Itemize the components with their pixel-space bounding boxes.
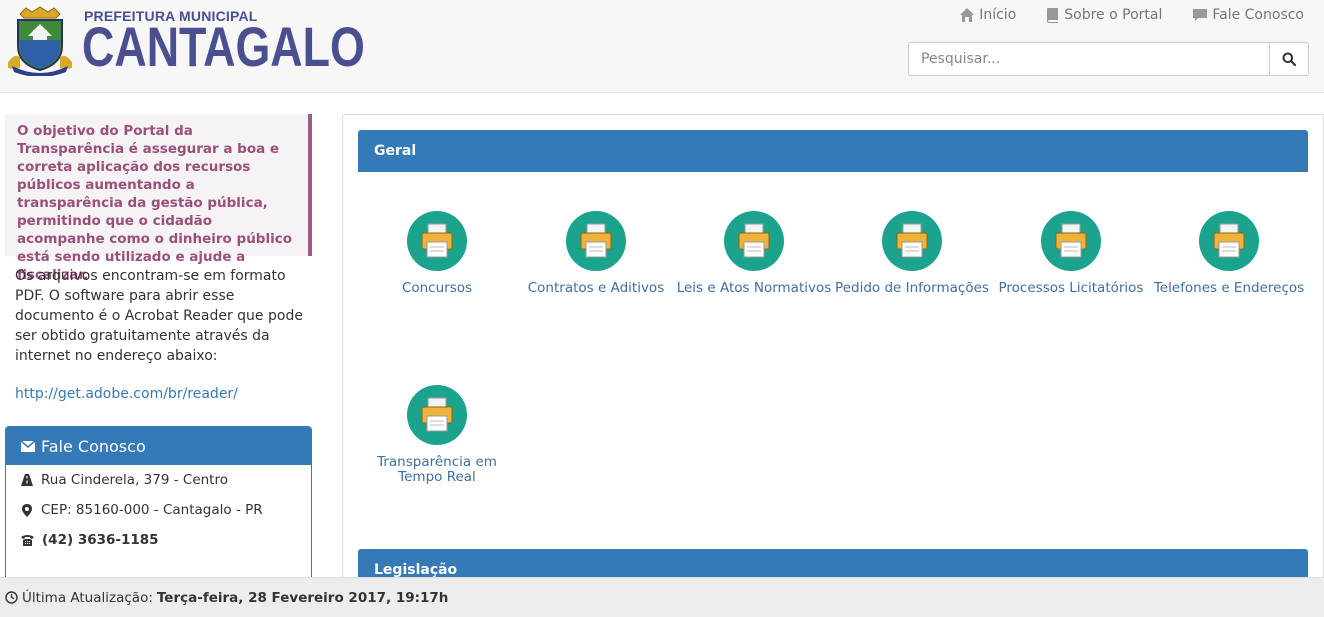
tile-label: Concursos [401,280,473,296]
tile-label: Pedido de Informações [835,280,989,296]
tile-label: Contratos e Aditivos [527,280,665,296]
search-input[interactable] [908,42,1269,76]
book-icon [1047,8,1059,23]
search-button[interactable] [1269,42,1309,76]
nav-fale-label: Fale Conosco [1212,7,1304,23]
printer-icon [1041,211,1101,271]
printer-icon [407,385,467,445]
clock-icon [5,591,18,604]
tile-label: Telefones e Endereços [1153,280,1305,296]
contact-cep-text: CEP: 85160-000 - Cantagalo - PR [41,502,263,518]
road-icon [21,474,33,486]
tile-concursos[interactable]: Concursos [357,211,517,296]
tile-transparencia-em-tempo-real[interactable]: Transparência em Tempo Real [357,385,517,485]
phone-icon [21,535,34,546]
footer-date: Terça-feira, 28 Fevereiro 2017, 19:17h [156,589,449,606]
tile-telefones-e-enderecos[interactable]: Telefones e Endereços [1149,211,1309,296]
portal-intro-text: O objetivo do Portal da Transparência é … [5,114,312,283]
printer-icon [882,211,942,271]
contact-panel-header: Fale Conosco [6,427,311,465]
tile-label: Processos Licitatórios [998,280,1144,296]
brand-title[interactable]: CANTAGALO [82,16,365,78]
contact-phone-text: (42) 3636-1185 [42,532,159,548]
contact-phone: (42) 3636-1185 [6,525,311,555]
adobe-reader-link[interactable]: http://get.adobe.com/br/reader/ [15,386,238,402]
section-geral-header: Geral [358,130,1308,172]
tile-contratos-e-aditivos[interactable]: Contratos e Aditivos [516,211,676,296]
contact-address: Rua Cinderela, 379 - Centro [6,465,311,495]
footer-label: Última Atualização: [22,589,153,606]
home-icon [960,8,975,22]
nav-fale-conosco[interactable]: Fale Conosco [1192,7,1304,23]
nav-inicio[interactable]: Início [959,7,1016,23]
nav-sobre-o-portal[interactable]: Sobre o Portal [1046,7,1162,23]
pdf-info-text: Os arquivos encontram-se em formato PDF.… [15,268,303,364]
tile-label: Leis e Atos Normativos [676,280,832,296]
nav-inicio-label: Início [979,7,1017,23]
city-coat-of-arms-logo[interactable] [6,6,74,77]
contact-panel: Fale Conosco Rua Cinderela, 379 - Centro… [5,426,312,586]
tile-leis-e-atos-normativos[interactable]: Leis e Atos Normativos [674,211,834,296]
tile-processos-licitatorios[interactable]: Processos Licitatórios [991,211,1151,296]
main-panel [342,114,1324,594]
header: PREFEITURA MUNICIPAL CANTAGALO Início So… [0,0,1324,93]
contact-title: Fale Conosco [41,436,146,456]
map-marker-icon [22,503,32,517]
contact-address-text: Rua Cinderela, 379 - Centro [41,472,228,488]
tile-label: Transparência em Tempo Real [377,454,497,485]
comment-icon [1193,9,1208,21]
search-bar [908,42,1309,76]
printer-icon [566,211,626,271]
printer-icon [407,211,467,271]
tile-pedido-de-informacoes[interactable]: Pedido de Informações [832,211,992,296]
contact-cep: CEP: 85160-000 - Cantagalo - PR [6,495,311,525]
search-icon [1282,52,1296,66]
top-nav: Início Sobre o Portal Fale Conosco [959,7,1304,23]
printer-icon [1199,211,1259,271]
footer-last-update: Última Atualização: Terça-feira, 28 Feve… [0,577,1324,617]
nav-sobre-label: Sobre o Portal [1064,7,1163,23]
printer-icon [724,211,784,271]
envelope-icon [21,440,35,452]
